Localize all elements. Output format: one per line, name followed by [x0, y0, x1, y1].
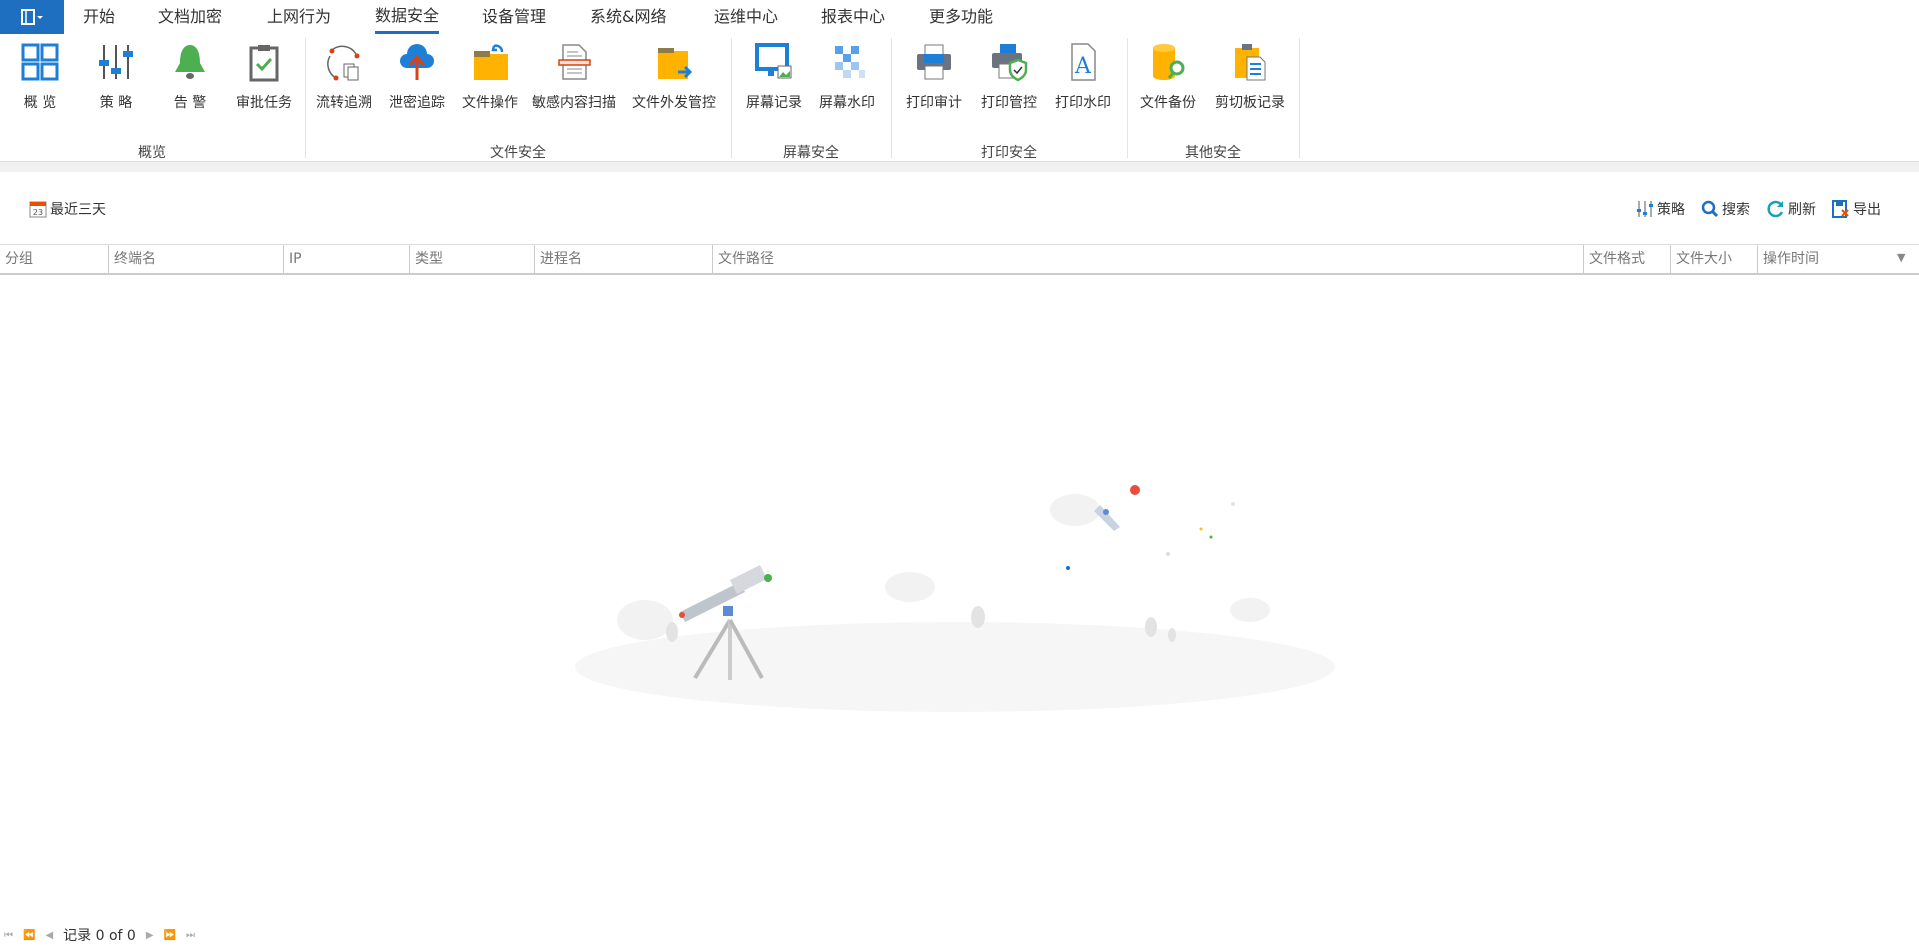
column-header-file-format[interactable]: 文件格式 — [1583, 245, 1670, 274]
column-header-terminal[interactable]: 终端名 — [108, 245, 283, 274]
clipboard-record-label: 剪切板记录 — [1215, 95, 1285, 111]
svg-text:23: 23 — [33, 208, 43, 217]
refresh-label: 刷新 — [1788, 202, 1816, 218]
tab-doc-encryption[interactable]: 文档加密 — [158, 0, 222, 34]
flow-trace-icon — [327, 45, 360, 81]
last-page-icon[interactable]: ⏭ — [186, 930, 195, 941]
refresh-icon — [1767, 200, 1784, 218]
mosaic-icon — [835, 46, 865, 78]
prev-block-icon[interactable]: ⏪ — [23, 930, 35, 941]
svg-text:A: A — [1074, 54, 1092, 79]
column-header-operation-time[interactable]: 操作时间 — [1757, 245, 1887, 274]
folder-icon — [474, 44, 508, 80]
group-separator — [1299, 38, 1300, 158]
sensitive-scan-label: 敏感内容扫描 — [532, 95, 616, 111]
group-label-print-security: 打印安全 — [981, 145, 1037, 161]
folder-arrow-icon — [658, 48, 693, 79]
sliders-icon — [99, 45, 133, 79]
clipboard-record-button[interactable]: 剪切板记录 — [1195, 42, 1305, 112]
calendar-icon: 23 — [29, 201, 47, 218]
date-range-label: 最近三天 — [50, 202, 106, 218]
bell-icon — [175, 45, 205, 79]
ribbon-divider — [0, 162, 1919, 172]
app-menu-icon — [21, 9, 43, 25]
file-outgoing-control-button[interactable]: 文件外发管控 — [619, 42, 729, 112]
file-outgoing-control-label: 文件外发管控 — [632, 95, 716, 111]
tab-data-security[interactable]: 数据安全 — [375, 0, 440, 34]
export-button[interactable]: 导出 — [1832, 198, 1881, 220]
date-range-button[interactable]: 23 最近三天 — [29, 198, 106, 220]
document-a-icon: A — [1071, 43, 1096, 81]
tab-more-functions[interactable]: 更多功能 — [929, 0, 993, 34]
tab-ops-center[interactable]: 运维中心 — [714, 0, 778, 34]
tab-start[interactable]: 开始 — [83, 0, 115, 34]
export-label: 导出 — [1853, 202, 1881, 218]
clipboard-check-icon — [249, 45, 279, 82]
search-icon — [1701, 200, 1719, 218]
ribbon: 概 览 策 略 告 警 审批任务 流转追溯 泄密追踪 文件操作 敏感内容扫描 文… — [0, 34, 1919, 162]
record-count: 记录 0 of 0 — [63, 928, 136, 944]
tab-web-behavior[interactable]: 上网行为 — [267, 0, 331, 34]
table-header: 分组 终端名 IP 类型 进程名 文件路径 文件格式 文件大小 操作时间 ▼ — [0, 244, 1919, 275]
prev-page-icon[interactable]: ◀ — [45, 930, 53, 941]
printer-icon — [917, 44, 951, 80]
rocket-icon — [1094, 505, 1120, 531]
document-scan-icon — [558, 44, 591, 80]
column-header-type[interactable]: 类型 — [409, 245, 534, 274]
column-header-file-size[interactable]: 文件大小 — [1670, 245, 1757, 274]
group-label-overview: 概览 — [138, 145, 166, 161]
sensitive-scan-button[interactable]: 敏感内容扫描 — [519, 42, 629, 112]
policy-toolbar-label: 策略 — [1657, 202, 1685, 218]
empty-state-illustration — [575, 485, 1335, 712]
column-menu-dropdown-icon[interactable]: ▼ — [1897, 251, 1905, 264]
next-page-icon[interactable]: ▶ — [146, 930, 154, 941]
first-page-icon[interactable]: ⏮ — [4, 930, 13, 941]
column-header-process[interactable]: 进程名 — [534, 245, 712, 274]
database-search-icon — [1153, 44, 1185, 80]
tab-report-center[interactable]: 报表中心 — [821, 0, 885, 34]
sliders-icon — [1637, 201, 1653, 217]
tab-device-management[interactable]: 设备管理 — [482, 0, 546, 34]
column-header-file-path[interactable]: 文件路径 — [712, 245, 1583, 274]
clipboard-document-icon — [1235, 44, 1266, 81]
column-header-group[interactable]: 分组 — [0, 245, 108, 274]
overview-icon — [21, 43, 59, 81]
group-label-other-security: 其他安全 — [1185, 145, 1241, 161]
group-label-file-security: 文件安全 — [490, 145, 546, 161]
app-menu-button[interactable] — [0, 0, 64, 34]
search-button[interactable]: 搜索 — [1701, 198, 1750, 220]
group-label-screen-security: 屏幕安全 — [783, 145, 839, 161]
ground — [575, 622, 1335, 712]
pager: ⏮ ⏪ ◀ 记录 0 of 0 ▶ ⏩ ⏭ — [0, 924, 195, 946]
export-icon — [1832, 200, 1849, 218]
search-label: 搜索 — [1722, 202, 1750, 218]
column-header-ip[interactable]: IP — [283, 245, 409, 274]
refresh-button[interactable]: 刷新 — [1767, 198, 1816, 220]
next-block-icon[interactable]: ⏩ — [164, 930, 176, 941]
printer-shield-icon — [992, 44, 1028, 82]
cloud-upload-icon — [400, 44, 434, 80]
monitor-icon — [755, 43, 792, 79]
policy-toolbar-button[interactable]: 策略 — [1636, 198, 1685, 220]
clouds — [617, 494, 1270, 640]
tab-system-network[interactable]: 系统&网络 — [590, 0, 666, 34]
